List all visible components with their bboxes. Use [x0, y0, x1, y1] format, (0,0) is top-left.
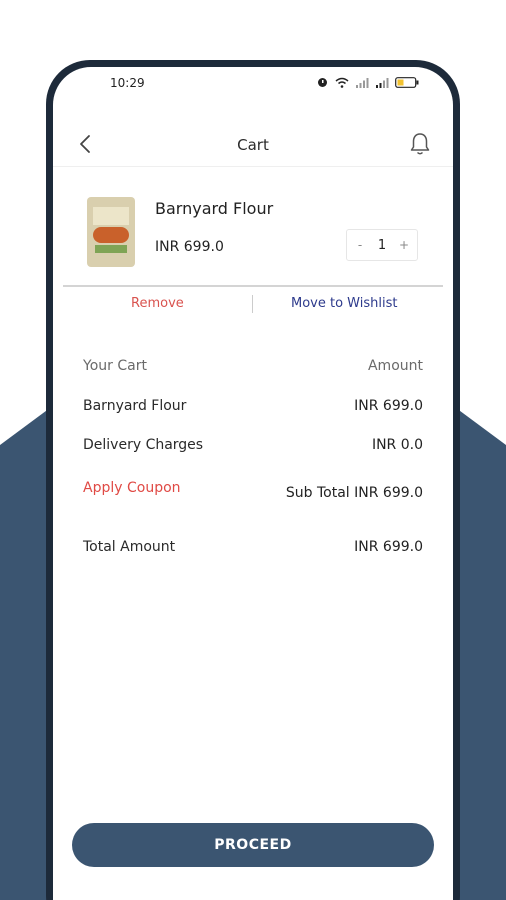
- cart-item-actions: Remove Move to Wishlist: [53, 295, 453, 319]
- summary-item-value: INR 699.0: [354, 398, 423, 414]
- status-time: 10:29: [110, 76, 145, 90]
- phone-screen: 10:29 Cart Barnyard Flour INR 699.0 - 1 …: [53, 67, 453, 900]
- decrement-button[interactable]: -: [354, 238, 366, 252]
- move-to-wishlist-button[interactable]: Move to Wishlist: [291, 296, 397, 311]
- battery-icon: [395, 76, 419, 88]
- quantity-value: 1: [377, 237, 387, 253]
- delivery-charges-row: Delivery Charges INR 0.0: [83, 437, 423, 459]
- quantity-stepper: - 1 +: [346, 229, 418, 261]
- summary-item-row: Barnyard Flour INR 699.0: [83, 398, 423, 420]
- divider: [252, 295, 253, 313]
- wifi-icon: [335, 77, 349, 88]
- notification-button[interactable]: [407, 130, 433, 158]
- product-image: [87, 197, 135, 267]
- apply-coupon-link[interactable]: Apply Coupon: [83, 480, 181, 496]
- summary-header-label: Your Cart: [83, 358, 147, 374]
- total-amount-value: INR 699.0: [354, 539, 423, 555]
- remove-button[interactable]: Remove: [131, 296, 184, 311]
- product-price: INR 699.0: [155, 239, 224, 255]
- cart-item: Barnyard Flour INR 699.0 - 1 +: [53, 177, 453, 287]
- status-bar: 10:29: [53, 67, 453, 103]
- divider: [63, 285, 443, 287]
- page-title: Cart: [237, 136, 269, 154]
- status-icons: [316, 76, 419, 88]
- signal-icon: [356, 77, 369, 88]
- bell-icon: [410, 133, 430, 155]
- summary-header: Your Cart Amount: [83, 358, 423, 380]
- coupon-row: Apply Coupon Sub Total INR 699.0: [83, 480, 423, 508]
- delivery-charges-label: Delivery Charges: [83, 437, 204, 453]
- increment-button[interactable]: +: [398, 238, 410, 252]
- app-bar: Cart: [53, 123, 453, 167]
- signal-icon: [376, 77, 389, 88]
- total-amount-row: Total Amount INR 699.0: [83, 539, 423, 561]
- summary-item-label: Barnyard Flour: [83, 398, 187, 414]
- product-name: Barnyard Flour: [155, 199, 274, 218]
- alarm-icon: [318, 78, 327, 87]
- delivery-charges-value: INR 0.0: [371, 437, 423, 453]
- summary-header-value: Amount: [367, 358, 423, 374]
- total-amount-label: Total Amount: [83, 539, 176, 555]
- subtotal-value: Sub Total INR 699.0: [285, 485, 423, 501]
- proceed-button[interactable]: PROCEED: [72, 823, 434, 867]
